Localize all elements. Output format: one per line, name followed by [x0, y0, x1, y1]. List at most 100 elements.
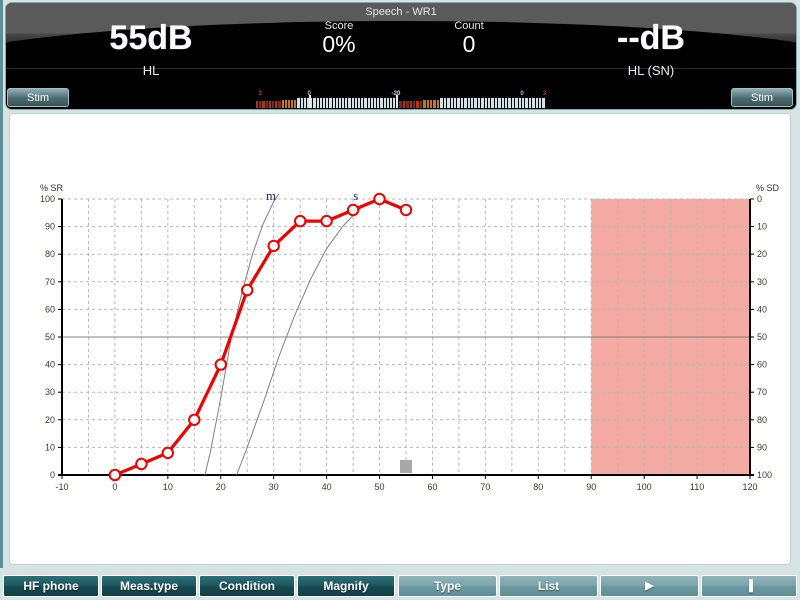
y-tick-label-right: 50	[757, 332, 767, 342]
vu-tick	[262, 101, 265, 108]
data-point-marker[interactable]	[214, 358, 228, 371]
play-button[interactable]: ▶	[600, 575, 699, 597]
x-tick-label: 110	[690, 482, 704, 492]
vu-tick	[457, 98, 460, 108]
y-tick-label-left: 50	[45, 332, 55, 342]
y-tick-label-right: 10	[757, 222, 767, 232]
x-tick-label: 20	[216, 482, 226, 492]
data-point-marker[interactable]	[135, 457, 148, 471]
x-tick-label: 50	[375, 482, 385, 492]
vu-tick	[265, 101, 268, 108]
data-point-marker[interactable]	[294, 214, 307, 228]
page-title: Speech - WR1	[365, 6, 437, 18]
list-button[interactable]: List	[499, 575, 598, 597]
vu-tick	[316, 98, 319, 108]
vu-tick	[494, 98, 498, 108]
vu-tick	[358, 98, 361, 108]
vu-tick	[453, 98, 457, 108]
vu-cursor	[396, 95, 398, 108]
hf-phone-button[interactable]: HF phone	[3, 575, 99, 597]
vu-tick	[413, 101, 416, 108]
x-tick-label: -10	[55, 482, 68, 492]
vu-tick	[287, 100, 291, 108]
stim-right-button[interactable]: Stim	[731, 88, 793, 107]
vu-tick	[275, 101, 278, 108]
right-level-unit: HL (SN)	[627, 63, 675, 78]
vu-tick	[386, 98, 389, 108]
y-tick-label-left: 90	[45, 222, 55, 232]
stim-left-button[interactable]: Stim	[7, 88, 69, 107]
vu-tick	[303, 98, 306, 108]
vu-tick	[430, 100, 433, 108]
data-point-marker[interactable]	[399, 203, 413, 217]
vu-tick	[256, 101, 259, 108]
vu-tick	[508, 98, 511, 108]
x-tick-label: 40	[322, 482, 332, 492]
vu-tick	[294, 100, 297, 108]
type-button[interactable]: Type	[398, 575, 497, 597]
vu-cursor	[309, 95, 312, 108]
data-point-marker[interactable]	[267, 239, 280, 253]
vu-tick	[511, 98, 515, 108]
vu-tick	[481, 98, 484, 108]
vu-tick	[326, 98, 329, 108]
vu-tick	[380, 98, 383, 108]
vu-tick	[361, 98, 364, 108]
y-tick-label-right: 100	[757, 470, 772, 480]
data-point-marker[interactable]	[346, 203, 360, 217]
vu-tick	[447, 98, 450, 108]
vu-meter-left: -20 0 3	[256, 88, 400, 108]
vu-tick	[351, 98, 354, 108]
pause-button[interactable]: ▐	[701, 575, 797, 597]
data-point-marker[interactable]	[161, 446, 175, 460]
vu-tick	[348, 98, 351, 108]
vu-tick	[426, 100, 430, 108]
y-tick-label-left: 100	[40, 194, 55, 204]
vu-tick	[402, 101, 406, 108]
data-point-marker[interactable]	[320, 214, 333, 228]
data-point-marker[interactable]	[108, 468, 122, 482]
cursor-marker[interactable]	[400, 460, 412, 473]
y-tick-label-right: 80	[757, 415, 767, 425]
vu-tick	[409, 101, 413, 108]
x-tick-label: 0	[112, 482, 117, 492]
vu-tick-label: 0	[520, 91, 524, 97]
vu-tick	[474, 98, 477, 108]
vu-tick	[464, 98, 467, 108]
data-point-marker[interactable]	[373, 192, 386, 206]
curve-annotation-s: s	[353, 188, 358, 203]
vu-tick	[515, 98, 518, 108]
speech-audiogram-chart[interactable]: % SR% SD0102030405060708090100 0102030405…	[10, 114, 792, 564]
vu-tick	[460, 98, 464, 108]
x-tick-label: 100	[637, 482, 652, 492]
vu-tick	[322, 98, 326, 108]
data-point-marker[interactable]	[188, 413, 201, 426]
x-tick-label: 90	[586, 482, 596, 492]
meas-type-button[interactable]: Meas.type	[101, 575, 197, 597]
vu-tick	[423, 100, 426, 108]
data-point-marker[interactable]	[241, 283, 254, 297]
vu-tick	[532, 98, 535, 108]
vu-tick	[470, 98, 474, 108]
vu-tick	[518, 98, 522, 108]
vu-tick	[528, 98, 532, 108]
vu-tick	[406, 101, 409, 108]
audiometer-app: Speech - WR1 55dB HL --dB HL (SN) Score …	[0, 0, 800, 600]
x-tick-label: 80	[533, 482, 543, 492]
y-tick-label-right: 30	[757, 277, 767, 287]
y-tick-label-right: 40	[757, 304, 767, 314]
bottom-toolbar: HF phone Meas.type Condition Magnify Type Lis…	[0, 568, 800, 600]
vu-tick	[342, 98, 345, 108]
vu-tick-label: 3	[542, 91, 547, 97]
score-value: 0%	[322, 31, 356, 57]
vu-tick	[335, 98, 338, 108]
y-tick-label-left: 60	[45, 304, 55, 314]
magnify-button[interactable]: Magnify	[297, 575, 395, 597]
y-tick-label-left: 0	[50, 470, 55, 480]
condition-button[interactable]: Condition	[199, 575, 295, 597]
vu-tick	[281, 100, 284, 108]
vu-meter-right: -20 0 3	[392, 88, 547, 108]
y-tick-label-left: 10	[45, 442, 55, 452]
vu-tick	[300, 98, 303, 108]
vu-tick	[329, 98, 332, 108]
